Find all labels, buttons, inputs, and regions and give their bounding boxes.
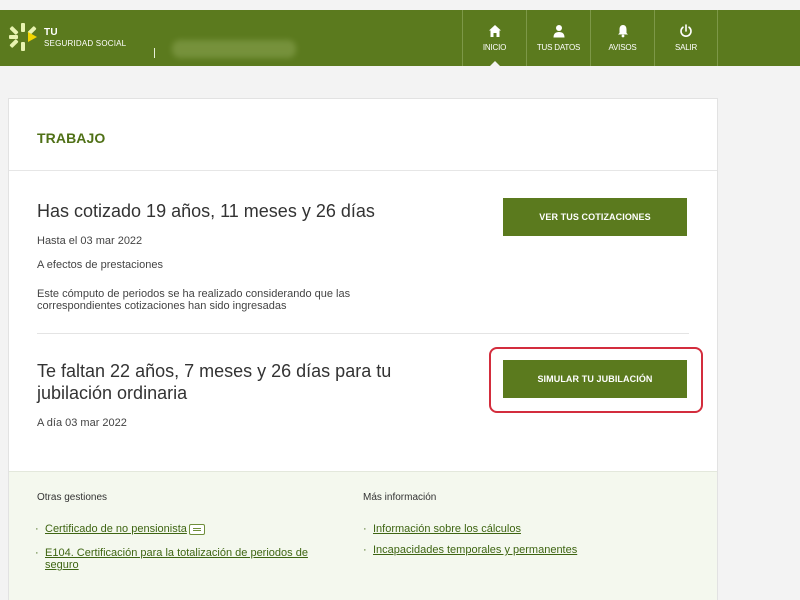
list-item: · Información sobre los cálculos xyxy=(363,523,521,535)
e104-certificacion-link-line2[interactable]: seguro xyxy=(45,559,79,571)
nav-item-salir[interactable]: Salir xyxy=(654,10,718,66)
ver-cotizaciones-button[interactable]: Ver tus cotizaciones xyxy=(503,198,687,236)
jubilacion-headline-line2: jubilación ordinaria xyxy=(37,383,188,403)
mas-informacion-title: Más información xyxy=(363,492,437,503)
incapacidades-link[interactable]: Incapacidades temporales y permanentes xyxy=(373,544,577,556)
list-item: · Incapacidades temporales y permanentes xyxy=(363,544,577,556)
title-divider xyxy=(9,170,717,171)
cotizado-note-line1: Este cómputo de periodos se ha realizado… xyxy=(37,288,351,300)
brand-top: TU xyxy=(44,27,58,38)
home-icon xyxy=(488,25,501,37)
power-icon xyxy=(680,24,692,37)
card-footer: Otras gestiones Más información · Certif… xyxy=(9,471,717,600)
cotizado-note-line2: correspondientes cotizaciones han sido i… xyxy=(37,300,287,312)
brand-separator xyxy=(154,48,155,58)
bell-icon xyxy=(617,25,628,38)
bullet: · xyxy=(35,547,39,559)
jubilacion-headline-line1: Te faltan 22 años, 7 meses y 26 días par… xyxy=(37,361,392,381)
nav-label-avisos: Avisos xyxy=(608,43,637,52)
top-navigation-bar: TU Seguridad Social Inicio Tus datos Avi… xyxy=(0,10,800,67)
certificado-no-pensionista-link[interactable]: Certificado de no pensionista xyxy=(45,523,187,535)
bullet: · xyxy=(363,544,367,556)
jubilacion-date: A día 03 mar 2022 xyxy=(37,417,127,429)
nav-label-tus-datos: Tus datos xyxy=(536,43,581,52)
nav-item-inicio[interactable]: Inicio xyxy=(462,10,526,67)
cotizado-note-prestaciones: A efectos de prestaciones xyxy=(37,259,163,271)
nav-item-tus-datos[interactable]: Tus datos xyxy=(526,10,590,66)
bullet: · xyxy=(35,523,39,535)
e104-certificacion-link-line1[interactable]: E104. Certificación para la totalización… xyxy=(45,547,308,559)
blurred-user-name xyxy=(172,40,296,58)
section-title-trabajo: TRABAJO xyxy=(37,130,106,146)
otras-gestiones-title: Otras gestiones xyxy=(37,492,108,503)
nav-label-inicio: Inicio xyxy=(482,43,507,52)
list-item: · E104. Certificación para la totalizaci… xyxy=(35,547,308,559)
list-item-continuation: seguro xyxy=(45,559,79,571)
document-icon xyxy=(188,523,205,535)
brand-text: TU Seguridad Social xyxy=(44,28,126,48)
brand-bottom: Seguridad Social xyxy=(44,39,127,48)
cotizado-date: Hasta el 03 mar 2022 xyxy=(37,235,143,247)
main-nav: Inicio Tus datos Avisos Salir xyxy=(462,10,718,67)
cotizado-headline: Has cotizado 19 años, 11 meses y 26 días xyxy=(37,201,375,221)
list-item: · Certificado de no pensionista xyxy=(35,523,205,535)
simular-jubilacion-button[interactable]: Simular tu jubilación xyxy=(503,360,687,398)
trabajo-card: TRABAJO Has cotizado 19 años, 11 meses y… xyxy=(8,98,718,600)
seguridad-social-logo-icon xyxy=(9,23,37,51)
user-icon xyxy=(553,25,564,38)
nav-item-avisos[interactable]: Avisos xyxy=(590,10,654,66)
nav-label-salir: Salir xyxy=(674,43,698,52)
section-divider xyxy=(37,333,689,334)
informacion-calculos-link[interactable]: Información sobre los cálculos xyxy=(373,523,521,535)
bullet: · xyxy=(363,523,367,535)
